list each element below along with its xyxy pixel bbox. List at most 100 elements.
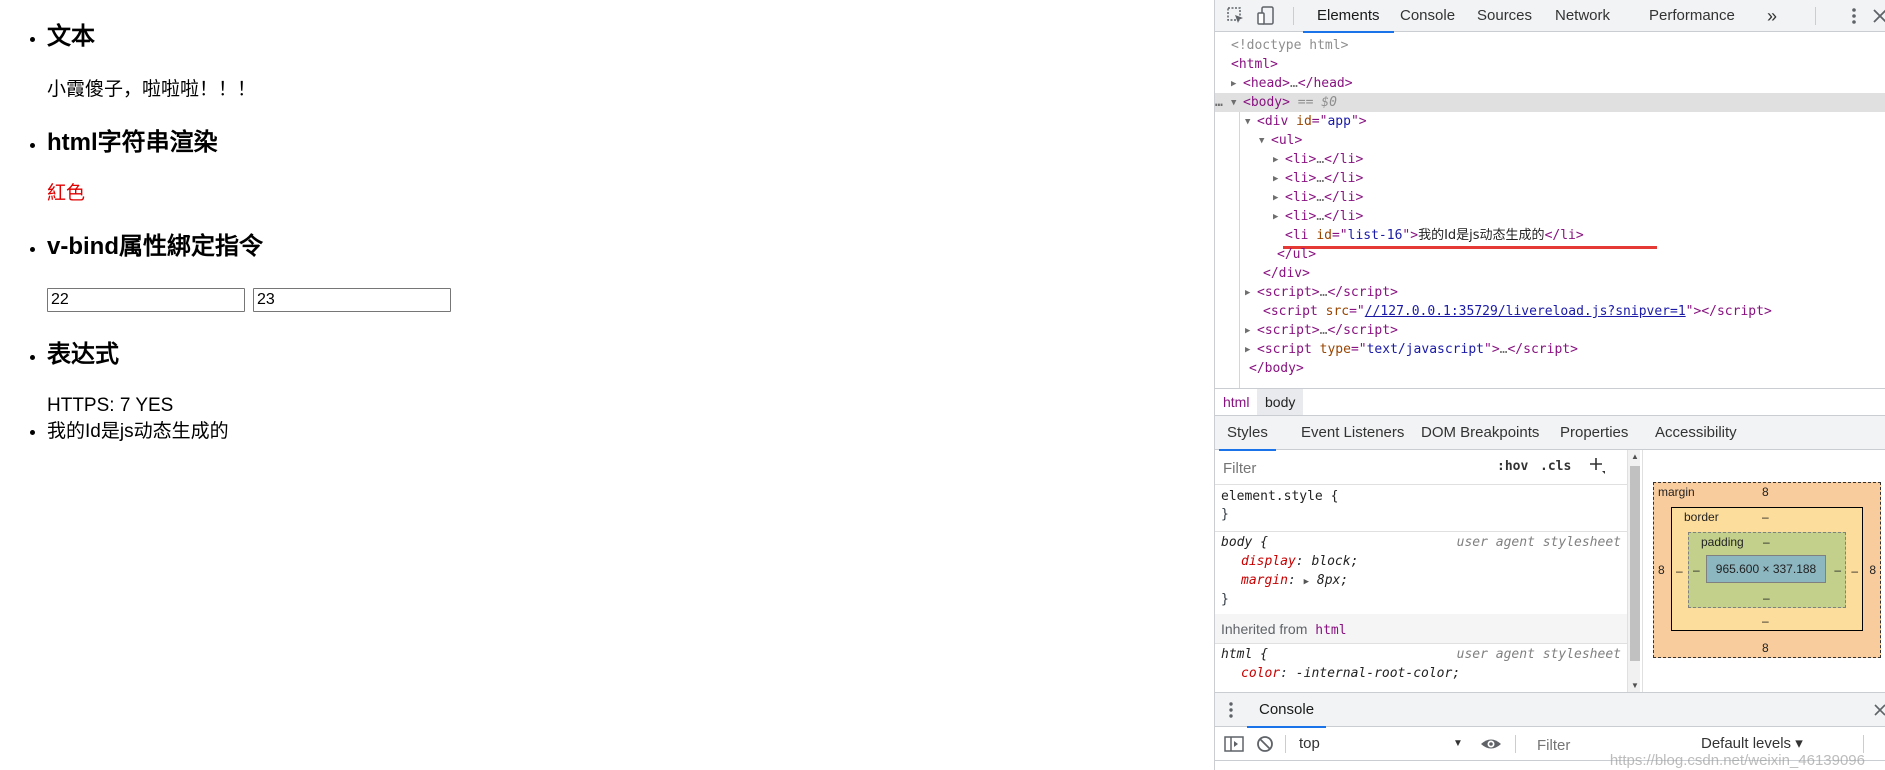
dynamic-list-item: 我的Id是js动态生成的 (47, 420, 647, 444)
collapse-arrow-icon[interactable]: ▼ (1231, 94, 1243, 113)
border-label: border (1684, 510, 1719, 524)
tab-network[interactable]: Network (1541, 0, 1624, 32)
dropdown-arrow-icon[interactable]: ▼ (1453, 727, 1463, 761)
dom-node-script-livereload[interactable]: <script src="//127.0.0.1:35729/livereloa… (1215, 302, 1885, 321)
dom-node-li[interactable]: ▶ <li>…</li> (1215, 150, 1885, 169)
box-model-content[interactable]: 965.600 × 337.188 (1706, 555, 1826, 583)
box-model-padding[interactable]: padding – – – – 965.600 × 337.188 (1688, 532, 1846, 608)
rule-close: } (1221, 592, 1229, 607)
rule-declaration-display[interactable]: display: block; (1241, 553, 1358, 571)
subtab-styles[interactable]: Styles (1219, 416, 1276, 451)
bound-input-2[interactable] (253, 288, 451, 312)
dom-node-script[interactable]: ▶ <script>…</script> (1215, 283, 1885, 302)
context-selector[interactable]: top (1299, 727, 1320, 761)
inherited-tag-link[interactable]: html (1315, 623, 1346, 638)
breadcrumb-html[interactable]: html (1215, 389, 1257, 415)
dom-node-div-app[interactable]: ▼ <div id="app"> (1215, 112, 1885, 131)
expand-arrow-icon[interactable]: ▶ (1245, 322, 1257, 341)
cls-toggle[interactable]: .cls (1540, 459, 1571, 474)
padding-bottom-value[interactable]: – (1763, 591, 1770, 605)
tab-sources[interactable]: Sources (1463, 0, 1546, 32)
expand-arrow-icon[interactable]: ▶ (1245, 284, 1257, 303)
tab-elements[interactable]: Elements (1303, 0, 1394, 33)
new-style-rule-button[interactable] (1587, 454, 1607, 476)
dom-node-body[interactable]: … ▼ <body> == $0 (1215, 93, 1885, 112)
node-actions-icon[interactable]: … (1215, 93, 1231, 112)
toolbar-separator (1815, 7, 1816, 25)
toolbar-separator (1285, 735, 1286, 753)
rule-element-style: element.style { } (1215, 486, 1627, 532)
scrollbar-thumb[interactable] (1630, 466, 1640, 661)
show-sidebar-icon[interactable] (1223, 734, 1245, 754)
box-model-border[interactable]: border – – – – padding – – – – 965.600 ×… (1671, 507, 1863, 631)
padding-left-value[interactable]: – (1693, 563, 1700, 577)
border-bottom-value[interactable]: – (1762, 614, 1769, 628)
expand-arrow-icon[interactable]: ▶ (1245, 341, 1257, 360)
drawer-tab-console[interactable]: Console (1247, 693, 1327, 728)
subtab-dom-breakpoints[interactable]: DOM Breakpoints (1413, 416, 1547, 450)
border-right-value[interactable]: – (1851, 564, 1858, 578)
toolbar-separator (1863, 735, 1864, 753)
tab-console[interactable]: Console (1386, 0, 1469, 32)
dom-node-li-dynamic[interactable]: <li id="list-16">我的Id是js动态生成的</li> (1215, 226, 1885, 245)
collapse-arrow-icon[interactable]: ▼ (1259, 132, 1271, 151)
box-model-margin[interactable]: margin 8 8 8 8 border – – – – padding – … (1653, 482, 1881, 658)
box-model: margin 8 8 8 8 border – – – – padding – … (1642, 450, 1885, 692)
dom-node-head[interactable]: ▶ <head>…</head> (1215, 74, 1885, 93)
collapse-arrow-icon[interactable]: ▼ (1245, 113, 1257, 132)
more-tabs-button[interactable]: » (1753, 0, 1791, 32)
hov-toggle[interactable]: :hov (1497, 459, 1528, 474)
subtab-accessibility[interactable]: Accessibility (1647, 416, 1745, 450)
close-icon[interactable] (1869, 5, 1885, 27)
scroll-up-icon[interactable]: ▲ (1631, 452, 1639, 461)
devtools-tabbar: Elements Console Sources Network Perform… (1215, 0, 1885, 33)
rule-declaration-color[interactable]: color: -internal-root-color; (1241, 665, 1460, 683)
dom-node-li[interactable]: ▶ <li>…</li> (1215, 169, 1885, 188)
kebab-menu-icon[interactable] (1843, 5, 1865, 27)
dom-node-body-close[interactable]: </body> (1215, 359, 1885, 378)
expand-arrow-icon[interactable]: ▶ (1273, 170, 1285, 189)
dom-node-script[interactable]: ▶ <script>…</script> (1215, 321, 1885, 340)
rule-declaration-margin[interactable]: margin: ▶ 8px; (1241, 572, 1348, 590)
border-top-value[interactable]: – (1762, 510, 1769, 524)
dynamic-list: 我的Id是js动态生成的 (0, 420, 647, 444)
console-drawer: Console top ▼ Default levels ▾ https://b… (1215, 692, 1885, 770)
dom-node-script-typed[interactable]: ▶ <script type="text/javascript">…</scrip… (1215, 340, 1885, 359)
rendered-page: 文本 小霞傻子，啦啦啦！！！ html字符串渲染 紅色 v-bind属性綁定指令… (0, 0, 1214, 770)
dom-node-ul[interactable]: ▼ <ul> (1215, 131, 1885, 150)
close-icon[interactable] (1873, 700, 1885, 720)
expand-arrow-icon[interactable]: ▶ (1273, 151, 1285, 170)
dom-node-html[interactable]: <html> (1215, 55, 1885, 74)
expand-arrow-icon[interactable]: ▶ (1231, 75, 1243, 94)
dom-node-ul-close[interactable]: </ul> (1215, 245, 1885, 264)
expand-arrow-icon[interactable]: ▶ (1273, 189, 1285, 208)
subtab-properties[interactable]: Properties (1552, 416, 1636, 450)
rule-selector: body { (1221, 535, 1268, 550)
device-toolbar-icon[interactable] (1255, 5, 1277, 27)
margin-bottom-value[interactable]: 8 (1762, 641, 1769, 655)
styles-filter-input[interactable] (1221, 456, 1493, 480)
bound-input-1[interactable] (47, 288, 245, 312)
margin-top-value[interactable]: 8 (1762, 485, 1769, 499)
styles-scrollbar[interactable]: ▲ ▼ (1627, 450, 1640, 692)
border-left-value[interactable]: – (1676, 564, 1683, 578)
scroll-down-icon[interactable]: ▼ (1631, 681, 1639, 690)
padding-top-value[interactable]: – (1763, 535, 1770, 549)
expand-arrow-icon[interactable]: ▶ (1273, 208, 1285, 227)
subtab-event-listeners[interactable]: Event Listeners (1293, 416, 1412, 450)
inspect-element-icon[interactable] (1225, 5, 1247, 27)
drawer-menu-icon[interactable] (1225, 700, 1237, 720)
dom-node-li[interactable]: ▶ <li>…</li> (1215, 188, 1885, 207)
dom-node-doctype[interactable]: <!doctype html> (1215, 36, 1885, 55)
padding-label: padding (1701, 535, 1744, 549)
dom-node-li[interactable]: ▶ <li>…</li> (1215, 207, 1885, 226)
tab-performance[interactable]: Performance (1635, 0, 1749, 32)
dom-node-div-close[interactable]: </div> (1215, 264, 1885, 283)
margin-right-value[interactable]: 8 (1869, 563, 1876, 577)
script-src-link[interactable]: //127.0.0.1:35729/livereload.js?snipver=… (1365, 304, 1686, 319)
live-expression-eye-icon[interactable] (1479, 735, 1503, 753)
padding-right-value[interactable]: – (1834, 563, 1841, 577)
margin-left-value[interactable]: 8 (1658, 563, 1665, 577)
clear-console-icon[interactable] (1255, 734, 1275, 754)
breadcrumb-body[interactable]: body (1257, 389, 1304, 415)
